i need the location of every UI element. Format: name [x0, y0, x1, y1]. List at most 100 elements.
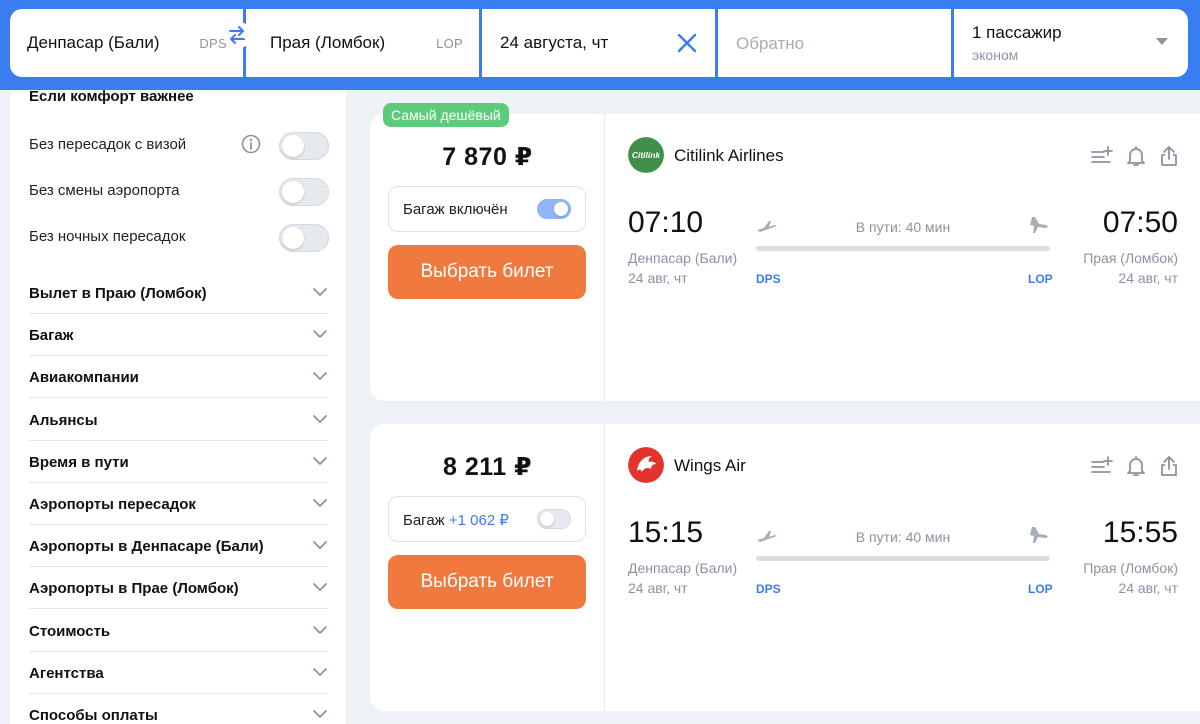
- arrival-time: 07:50: [1102, 206, 1178, 239]
- departure-date: 24 августа, чт: [500, 33, 609, 52]
- ticket-price-panel: 8 211 ₽ Багаж +1 062 ₽ Выбрать билет: [370, 424, 605, 711]
- passenger-count: 1 пассажир: [972, 23, 1062, 42]
- toggle-switch[interactable]: [279, 224, 329, 252]
- filter-section[interactable]: Вылет в Праю (Ломбок): [29, 272, 328, 314]
- departure-iata: DPS: [756, 272, 781, 286]
- ticket-price-panel: Самый дешёвый 7 870 ₽ Багаж включён Выбр…: [370, 103, 605, 401]
- chevron-down-icon: [313, 583, 327, 592]
- ticket-price: 7 870 ₽: [442, 143, 533, 171]
- origin-field[interactable]: Денпасар (Бали) DPS: [10, 9, 246, 77]
- filter-section[interactable]: Способы оплаты: [29, 694, 328, 724]
- filter-section-label: Авиакомпании: [29, 369, 139, 387]
- chevron-down-icon: [313, 667, 327, 676]
- destination-field[interactable]: Прая (Ломбок) LOP: [246, 9, 482, 77]
- info-icon[interactable]: [241, 134, 261, 154]
- chevron-down-icon: [313, 541, 327, 550]
- chevron-down-icon: [313, 288, 327, 296]
- filter-section[interactable]: Альянсы: [29, 399, 328, 441]
- flight-details: Citilink Citilink Airlines 07:10 07:50 В…: [606, 114, 1200, 401]
- filter-section-label: Багаж: [29, 327, 74, 345]
- baggage-switch[interactable]: [537, 509, 571, 529]
- filter-no-visa-transfers[interactable]: Без пересадок с визой: [29, 130, 329, 160]
- filter-section-label: Стоимость: [29, 622, 111, 640]
- passengers-field[interactable]: 1 пассажир эконом: [954, 9, 1188, 77]
- filter-section-label: Время в пути: [29, 453, 129, 471]
- baggage-toggle[interactable]: Багаж включён: [388, 186, 586, 232]
- select-ticket-button[interactable]: Выбрать билет: [388, 555, 586, 609]
- departure-time: 15:15: [628, 516, 704, 549]
- baggage-switch[interactable]: [537, 199, 571, 219]
- toggle-switch[interactable]: [279, 178, 329, 206]
- chevron-down-icon: [313, 625, 327, 634]
- search-header: Денпасар (Бали) DPS Прая (Ломбок) LOP 24…: [0, 0, 1200, 90]
- filter-section[interactable]: Аэропорты пересадок: [29, 483, 328, 525]
- baggage-toggle[interactable]: Багаж +1 062 ₽: [388, 496, 586, 542]
- filter-label: Без смены аэропорта: [29, 182, 180, 199]
- destination-city: Прая (Ломбок): [270, 33, 386, 52]
- swap-cities-button[interactable]: [223, 21, 251, 49]
- baggage-label: Багаж включён: [403, 201, 508, 218]
- filter-section[interactable]: Авиакомпании: [29, 356, 328, 399]
- ticket-card[interactable]: 8 211 ₽ Багаж +1 062 ₽ Выбрать билет Win…: [370, 424, 1200, 711]
- chevron-down-icon: [1156, 38, 1168, 45]
- chevron-down-icon: [313, 710, 327, 718]
- flight-details: Wings Air 15:15 15:55 В пути: 40 мин Ден…: [606, 424, 1200, 711]
- filter-no-night-transfers[interactable]: Без ночных пересадок: [29, 222, 329, 252]
- departure-city: Денпасар (Бали): [628, 560, 738, 576]
- arrival-city: Прая (Ломбок): [1083, 560, 1178, 576]
- filter-label: Без ночных пересадок: [29, 228, 186, 245]
- chevron-down-icon: [313, 330, 327, 339]
- filter-same-airport[interactable]: Без смены аэропорта: [29, 176, 329, 206]
- departure-time: 07:10: [628, 206, 704, 239]
- ticket-card[interactable]: Самый дешёвый 7 870 ₽ Багаж включён Выбр…: [370, 103, 1200, 401]
- arrival-time: 15:55: [1102, 516, 1178, 549]
- flight-duration: В пути: 40 мин: [855, 529, 951, 545]
- filter-section-label: Аэропорты пересадок: [29, 496, 196, 513]
- chevron-down-icon: [313, 499, 327, 507]
- route-line: [756, 246, 1050, 251]
- svg-text:Citilink: Citilink: [632, 150, 662, 160]
- add-to-list-icon[interactable]: [1090, 144, 1114, 168]
- filter-section[interactable]: Время в пути: [29, 441, 328, 483]
- clear-date-icon[interactable]: [675, 31, 699, 55]
- destination-iata: LOP: [436, 36, 463, 51]
- filter-section[interactable]: Агентства: [29, 652, 328, 694]
- departure-date-field[interactable]: 24 августа, чт: [482, 9, 718, 77]
- filters-sidebar: Если комфорт важнее Без пересадок с визо…: [10, 88, 346, 724]
- filter-section-label: Альянсы: [29, 411, 98, 429]
- arrival-date: 24 авг, чт: [1118, 580, 1178, 596]
- departure-city: Денпасар (Бали): [628, 250, 738, 266]
- filter-section[interactable]: Стоимость: [29, 610, 328, 652]
- return-date-field[interactable]: Обратно: [718, 9, 954, 77]
- share-icon[interactable]: [1157, 144, 1181, 168]
- citilink-logo: Citilink: [628, 137, 664, 173]
- filter-section[interactable]: Аэропорты в Прае (Ломбок): [29, 567, 328, 610]
- filter-label: Без пересадок с визой: [29, 136, 187, 153]
- airline-name: Citilink Airlines: [674, 146, 784, 165]
- arrival-date: 24 авг, чт: [1118, 270, 1178, 286]
- wings-air-logo: [628, 447, 664, 483]
- baggage-extra-price: +1 062 ₽: [448, 512, 509, 529]
- add-to-list-icon[interactable]: [1090, 454, 1114, 478]
- comfort-filters-title: Если комфорт важнее: [29, 88, 194, 105]
- baggage-label-text: Багаж: [403, 512, 445, 529]
- price-alert-bell-icon[interactable]: [1124, 454, 1148, 478]
- arrival-city: Прая (Ломбок): [1083, 250, 1178, 266]
- filter-section[interactable]: Багаж: [29, 314, 328, 357]
- filter-section[interactable]: Аэропорты в Денпасаре (Бали): [29, 525, 328, 568]
- ticket-price: 8 211 ₽: [442, 453, 533, 481]
- search-form: Денпасар (Бали) DPS Прая (Ломбок) LOP 24…: [10, 9, 1188, 77]
- toggle-switch[interactable]: [279, 132, 329, 160]
- price-alert-bell-icon[interactable]: [1124, 144, 1148, 168]
- select-ticket-button[interactable]: Выбрать билет: [388, 245, 586, 299]
- flight-duration: В пути: 40 мин: [855, 219, 951, 235]
- cheapest-badge: Самый дешёвый: [383, 103, 509, 127]
- departure-iata: DPS: [756, 582, 781, 596]
- arrival-iata: LOP: [1028, 272, 1053, 286]
- airline-name: Wings Air: [674, 456, 746, 475]
- departure-date: 24 авг, чт: [628, 580, 688, 596]
- route-line: [756, 556, 1050, 561]
- filter-section-label: Аэропорты в Прае (Ломбок): [29, 580, 239, 598]
- filter-section-label: Аэропорты в Денпасаре (Бали): [29, 538, 264, 556]
- share-icon[interactable]: [1157, 454, 1181, 478]
